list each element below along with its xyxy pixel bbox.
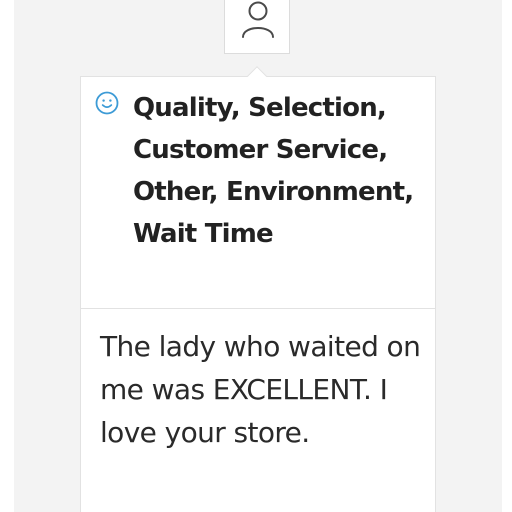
user-avatar-icon: [242, 1, 274, 38]
avatar[interactable]: [224, 0, 290, 54]
feedback-comment: The lady who waited on me was EXCELLENT.…: [100, 330, 421, 449]
divider: [81, 308, 435, 309]
feedback-tags: Quality, Selection, Customer Service, Ot…: [133, 93, 414, 249]
feedback-screen: Quality, Selection, Customer Service, Ot…: [0, 0, 512, 512]
smiley-face-icon: [95, 91, 119, 115]
